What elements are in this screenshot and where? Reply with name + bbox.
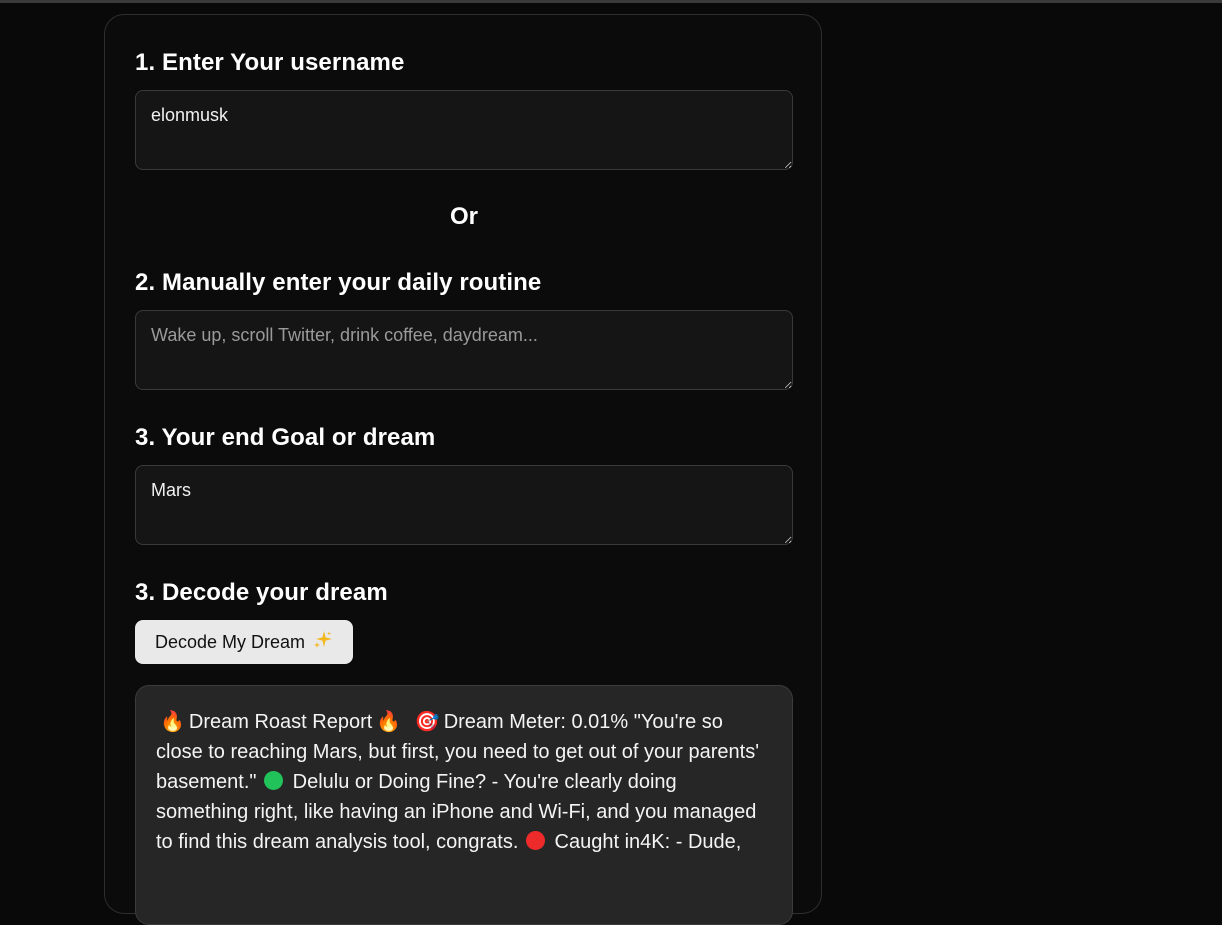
green-circle-icon [264, 771, 284, 790]
goal-input[interactable] [135, 465, 793, 545]
fire-icon: 🔥 [376, 711, 402, 733]
routine-input[interactable] [135, 310, 793, 390]
decode-heading: 3. Decode your dream [135, 579, 388, 606]
decode-button-label: Decode My Dream [155, 631, 306, 652]
routine-heading: 2. Manually enter your daily routine [135, 269, 542, 296]
fire-icon: 🔥 [160, 711, 185, 733]
username-heading: 1. Enter Your username [135, 49, 405, 76]
or-divider: Or [449, 203, 478, 230]
decode-button[interactable]: Decode My Dream [135, 620, 354, 664]
roast-title: Dream Roast Report [188, 711, 373, 733]
username-input[interactable] [135, 90, 793, 170]
target-icon: 🎯 [414, 711, 440, 733]
window-top-border [0, 0, 1222, 3]
goal-heading: 3. Your end Goal or dream [135, 424, 436, 451]
dream-roast-output: 🔥 Dream Roast Report 🔥 🎯 Dream Meter: 0.01%… [135, 685, 793, 925]
caught-text: Caught in4K: - Dude, [554, 831, 742, 853]
red-circle-icon [525, 831, 545, 850]
sparkles-icon [313, 630, 333, 655]
